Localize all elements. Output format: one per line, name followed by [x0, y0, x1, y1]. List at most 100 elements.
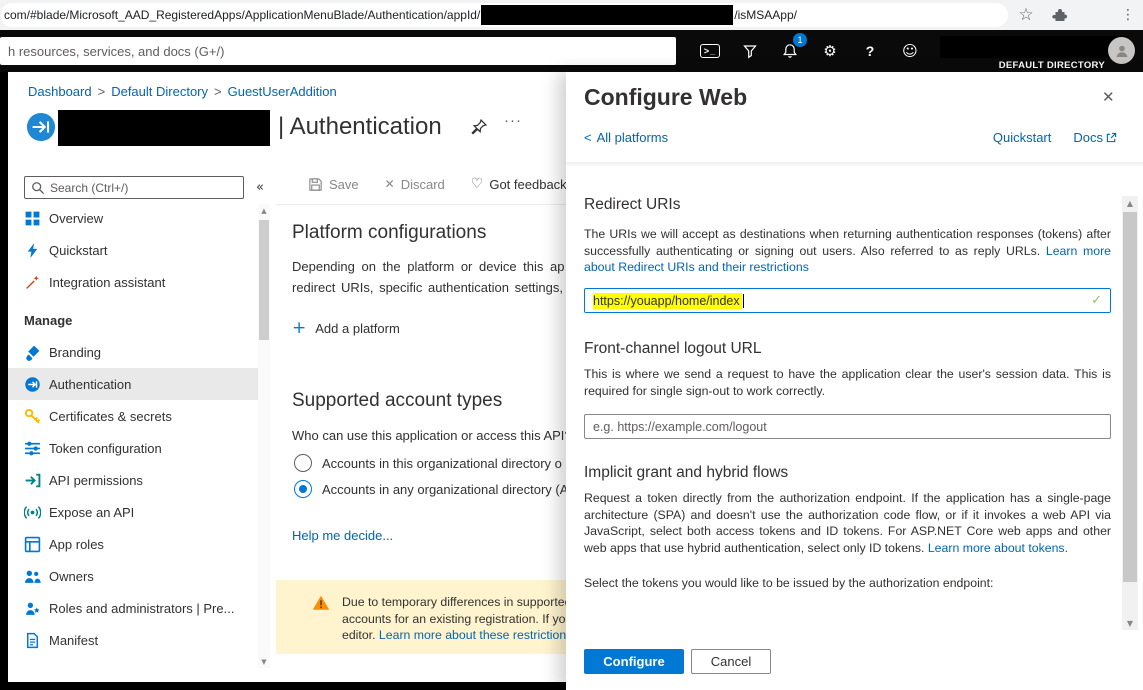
sidebar-item-label: Integration assistant: [49, 275, 165, 290]
quickstart-link[interactable]: Quickstart: [993, 130, 1052, 145]
scroll-up-icon[interactable]: ▲: [1122, 196, 1138, 210]
sidebar-scrollbar[interactable]: ▲ ▼: [258, 204, 270, 668]
warning-line1: Due to temporary differences in supporte…: [342, 594, 566, 611]
key-icon: [24, 408, 41, 425]
branding-icon: [24, 344, 41, 361]
sidebar-item-integration-assistant[interactable]: Integration assistant: [8, 266, 258, 298]
heart-icon: ♡: [471, 176, 484, 192]
sidebar-item-token-configuration[interactable]: Token configuration: [8, 432, 258, 464]
person-icon: [1114, 43, 1130, 59]
azure-profile-avatar[interactable]: [1108, 37, 1135, 64]
toolbar-divider: [276, 204, 566, 205]
settings-gear-icon[interactable]: ⚙: [810, 30, 850, 72]
more-options-icon[interactable]: ···: [504, 112, 522, 129]
document-icon: [24, 632, 41, 649]
sidebar-item-label: Manifest: [49, 633, 98, 648]
panel-scrollbar[interactable]: ▲ ▼: [1122, 196, 1138, 630]
external-link-icon: [1106, 132, 1117, 143]
pin-icon[interactable]: [470, 118, 490, 138]
sidebar-item-owners[interactable]: Owners: [8, 560, 258, 592]
radio-multi-tenant[interactable]: Accounts in any organizational directory…: [294, 480, 566, 498]
sidebar-collapse-icon[interactable]: «: [250, 176, 270, 199]
save-button[interactable]: Save: [308, 177, 359, 192]
panel-scrollbar-thumb[interactable]: [1123, 212, 1137, 582]
sidebar-item-api-permissions[interactable]: API permissions: [8, 464, 258, 496]
sliders-icon: [24, 440, 41, 457]
puzzle-icon: [1052, 7, 1068, 23]
redacted-account-info: [940, 36, 1128, 58]
warning-banner: Due to temporary differences in supporte…: [276, 580, 566, 654]
command-bar: Save ✕ Discard ♡ Got feedback: [308, 176, 566, 192]
scroll-down-icon[interactable]: ▼: [258, 655, 270, 668]
global-search-input[interactable]: [0, 37, 676, 65]
configure-button[interactable]: Configure: [584, 649, 684, 674]
platform-desc-line2: redirect URIs, specific authentication s…: [292, 277, 564, 298]
all-platforms-back-link[interactable]: <All platforms: [584, 130, 668, 145]
sidebar-item-manifest[interactable]: Manifest: [8, 624, 258, 656]
sidebar-item-label: Certificates & secrets: [49, 409, 172, 424]
sidebar-item-roles-administrators[interactable]: Roles and administrators | Pre...: [8, 592, 258, 624]
directory-filter-icon[interactable]: [730, 30, 770, 72]
notifications-bell-icon[interactable]: 1: [770, 30, 810, 72]
overview-icon: [24, 210, 41, 227]
sidebar-item-authentication[interactable]: Authentication: [8, 368, 258, 400]
sidebar-item-certificates-secrets[interactable]: Certificates & secrets: [8, 400, 258, 432]
redacted-app-name: [58, 110, 270, 146]
extensions-icon[interactable]: [1046, 0, 1074, 30]
page-title: | Authentication: [278, 110, 442, 144]
feedback-button[interactable]: ♡ Got feedback: [471, 176, 566, 192]
integration-assistant-icon: [24, 274, 41, 291]
cancel-button[interactable]: Cancel: [691, 649, 771, 674]
browser-menu-icon[interactable]: ⋮: [1116, 0, 1140, 30]
sidebar-item-label: Token configuration: [49, 441, 162, 456]
feedback-label: Got feedback: [489, 177, 566, 192]
breadcrumb-app[interactable]: GuestUserAddition: [228, 84, 337, 99]
feedback-smiley-icon[interactable]: ☺: [890, 30, 930, 72]
help-icon[interactable]: ?: [850, 30, 890, 72]
address-bar[interactable]: com/#blade/Microsoft_AAD_RegisteredApps/…: [0, 3, 1008, 27]
redirect-uris-description: The URIs we will accept as destinations …: [584, 226, 1111, 276]
redirect-uri-input[interactable]: https://youapp/home/index ✓: [584, 288, 1111, 313]
sidebar-item-label: App roles: [49, 537, 104, 552]
restrictions-learn-more-link[interactable]: Learn more about these restrictions.: [379, 628, 566, 642]
help-me-decide-link[interactable]: Help me decide...: [292, 528, 393, 543]
supported-account-types-heading: Supported account types: [292, 390, 502, 412]
sidebar-item-overview[interactable]: Overview: [8, 202, 258, 234]
api-permissions-icon: [24, 472, 41, 489]
cloud-shell-icon[interactable]: >_: [690, 30, 730, 72]
sidebar-item-expose-api[interactable]: Expose an API: [8, 496, 258, 528]
url-text-prefix: com/#blade/Microsoft_AAD_RegisteredApps/…: [4, 8, 480, 22]
warning-line3: editor. Learn more about these restricti…: [342, 627, 566, 644]
panel-header-links: Quickstart Docs: [993, 130, 1117, 145]
scroll-up-icon[interactable]: ▲: [258, 204, 270, 217]
breadcrumb-separator: >: [98, 84, 106, 99]
sidebar-item-app-roles[interactable]: App roles: [8, 528, 258, 560]
redirect-desc-text: The URIs we will accept as destinations …: [584, 227, 1111, 258]
sidebar-item-branding[interactable]: Branding: [8, 336, 258, 368]
docs-link[interactable]: Docs: [1073, 130, 1117, 145]
people-icon: [24, 568, 41, 585]
logout-url-input[interactable]: [584, 414, 1111, 439]
discard-button[interactable]: ✕ Discard: [385, 177, 445, 192]
discard-x-icon: ✕: [385, 177, 395, 191]
breadcrumb-separator: >: [214, 84, 222, 99]
breadcrumb-directory[interactable]: Default Directory: [111, 84, 208, 99]
directory-label: DEFAULT DIRECTORY: [940, 60, 1105, 71]
sidebar-item-label: Overview: [49, 211, 103, 226]
bookmark-star-icon[interactable]: ☆: [1012, 0, 1040, 30]
sidebar-item-label: API permissions: [49, 473, 143, 488]
add-platform-button[interactable]: + Add a platform: [292, 318, 400, 338]
sidebar-search-input[interactable]: [50, 181, 237, 195]
close-icon[interactable]: ✕: [1102, 88, 1115, 106]
tokens-learn-more-link[interactable]: Learn more about tokens.: [928, 541, 1068, 555]
sidebar-search-box[interactable]: [24, 176, 244, 199]
sidebar-scrollbar-thumb[interactable]: [259, 220, 269, 340]
radio-single-tenant[interactable]: Accounts in this organizational director…: [294, 454, 562, 472]
sidebar-item-quickstart[interactable]: Quickstart: [8, 234, 258, 266]
radio-circle-unselected[interactable]: [294, 454, 312, 472]
scroll-down-icon[interactable]: ▼: [1122, 616, 1138, 630]
breadcrumb-dashboard[interactable]: Dashboard: [28, 84, 92, 99]
cloud-shell-glyph: >_: [700, 44, 720, 58]
radio-label: Accounts in any organizational directory…: [322, 482, 566, 497]
radio-circle-selected[interactable]: [294, 480, 312, 498]
